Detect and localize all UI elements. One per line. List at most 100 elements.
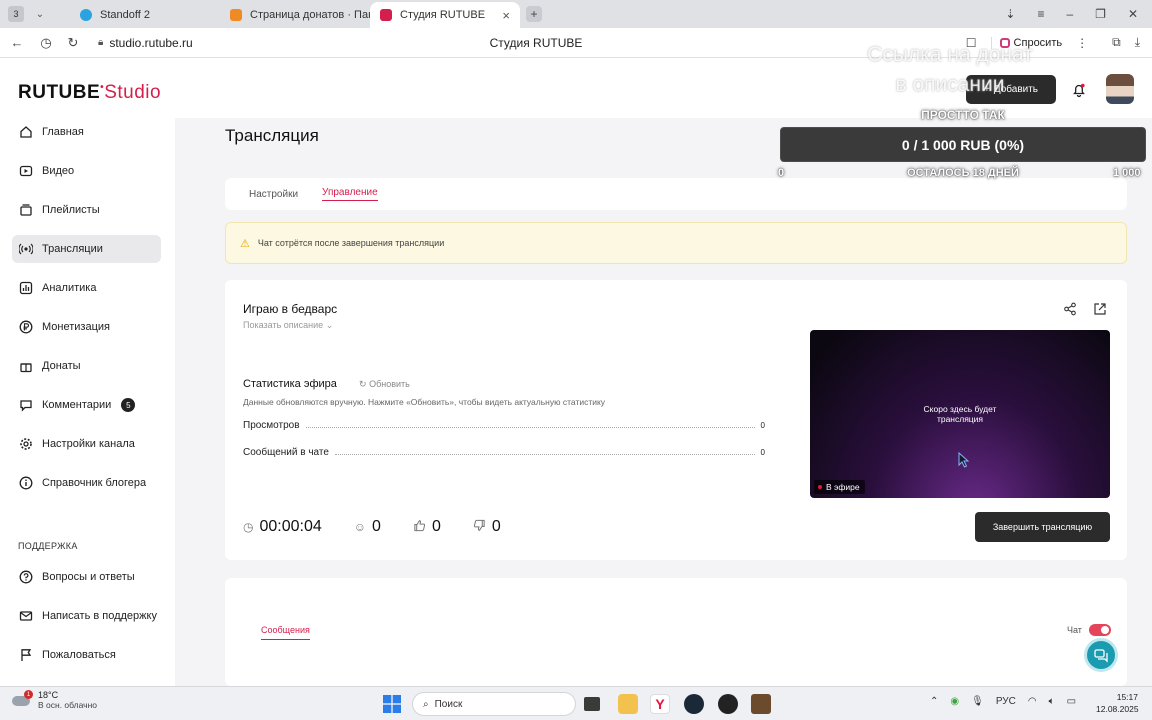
rutube-studio-logo[interactable]: RUTUBE•Studio xyxy=(18,82,161,104)
logo-brand: RUTUBE xyxy=(18,82,101,103)
sidebar-item-label: Справочник блогера xyxy=(42,477,147,489)
stat-label: Просмотров xyxy=(243,420,300,431)
stat-leader xyxy=(305,427,755,428)
sidebar-item-comments[interactable]: Комментарии 5 xyxy=(12,391,161,419)
live-counters: ◷ 00:00:04 ☺ 0 0 0 xyxy=(243,518,501,536)
overlay-goal-progress: 0 / 1 000 RUB (0%) xyxy=(780,127,1146,162)
sidebar-item-label: Донаты xyxy=(42,360,81,372)
browser-tab-rutube-studio[interactable]: Студия RUTUBE × xyxy=(370,2,520,28)
download-icon[interactable]: ⤓ xyxy=(1135,35,1140,50)
steam-icon[interactable] xyxy=(684,694,704,714)
live-status-badge: В эфире xyxy=(814,480,865,494)
wifi-icon[interactable]: ◠ xyxy=(1028,696,1037,707)
minecraft-icon[interactable] xyxy=(751,694,771,714)
logo-product: Studio xyxy=(104,82,162,103)
weather-condition: В осн. облачно xyxy=(38,700,97,710)
refresh-stats-button[interactable]: ↻ Обновить xyxy=(359,379,410,390)
dislikes-counter: 0 xyxy=(473,518,501,536)
gear-icon xyxy=(18,436,34,452)
extensions-icon[interactable]: ⧉ xyxy=(1112,35,1121,50)
open-external-icon[interactable] xyxy=(1093,302,1107,319)
browser-tab-bar: 3 ⌄ Standoff 2 Страница донатов · Панель… xyxy=(0,0,1152,28)
menu-icon[interactable]: ≡ xyxy=(1037,7,1044,21)
sidebar-item-write-support[interactable]: Написать в поддержку xyxy=(12,602,161,630)
sidebar-item-video[interactable]: Видео xyxy=(12,157,161,185)
rutube-favicon-icon xyxy=(380,9,392,21)
end-stream-button[interactable]: Завершить трансляцию xyxy=(975,512,1110,542)
share-icon[interactable] xyxy=(1063,302,1077,319)
sidebar-item-channel-settings[interactable]: Настройки канала xyxy=(12,430,161,458)
tab-settings[interactable]: Настройки xyxy=(249,189,298,200)
sidebar-item-analytics[interactable]: Аналитика xyxy=(12,274,161,302)
restore-icon[interactable]: ❐ xyxy=(1095,7,1106,21)
page-heading: Трансляция xyxy=(225,126,319,145)
taskbar-search[interactable]: ⌕ Поиск xyxy=(412,692,576,716)
sidebar-item-playlists[interactable]: Плейлисты xyxy=(12,196,161,224)
main-menu: Главная Видео Плейлисты Трансляции Анали… xyxy=(12,118,161,508)
stat-label: Сообщений в чате xyxy=(243,447,329,458)
mail-icon xyxy=(18,608,34,624)
windows-start-icon[interactable] xyxy=(383,695,401,716)
show-description-link[interactable]: Показать описание ⌄ xyxy=(243,320,333,331)
sidebar-item-label: Монетизация xyxy=(42,321,110,333)
window-controls: ⇣ ≡ – ❐ ✕ xyxy=(1005,7,1152,21)
sidebar-item-home[interactable]: Главная xyxy=(12,118,161,146)
volume-icon[interactable]: 🔈︎ xyxy=(1049,696,1055,707)
stream-preview[interactable]: Скоро здесь будет трансляция В эфире xyxy=(810,330,1110,498)
stat-leader xyxy=(334,454,755,455)
tab-management[interactable]: Управление xyxy=(322,187,378,201)
sidebar-item-monetization[interactable]: Монетизация xyxy=(12,313,161,341)
browser-tab-donations[interactable]: Страница донатов · Панель xyxy=(220,2,370,28)
sidebar-item-donations[interactable]: Донаты xyxy=(12,352,161,380)
tray-app-icon[interactable]: ◉ xyxy=(950,696,959,707)
notifications-bell-icon[interactable] xyxy=(1071,82,1087,101)
tray-expand-icon[interactable]: ⌃ xyxy=(930,696,938,707)
ruble-icon xyxy=(18,319,34,335)
microphone-icon[interactable]: 🎙︎ xyxy=(971,696,984,707)
minimize-icon[interactable]: – xyxy=(1066,7,1073,21)
tabs-dropdown-icon[interactable]: ⌄ xyxy=(30,9,50,20)
user-avatar[interactable] xyxy=(1106,74,1134,104)
stat-row-messages: Сообщений в чате 0 xyxy=(243,447,765,458)
more-icon[interactable]: ⋮ xyxy=(1076,36,1088,50)
live-dot-icon xyxy=(818,485,822,489)
battery-icon[interactable]: ▭ xyxy=(1067,696,1076,707)
sidebar-item-broadcasts[interactable]: Трансляции xyxy=(12,235,161,263)
close-tab-icon[interactable]: × xyxy=(502,8,510,23)
comments-count-badge: 5 xyxy=(121,398,136,412)
weather-badge: 1 xyxy=(24,690,33,699)
likes-value: 0 xyxy=(431,518,441,535)
system-clock[interactable]: 15:17 12.08.2025 xyxy=(1096,691,1139,715)
donate-icon xyxy=(18,358,34,374)
preview-text-line: Скоро здесь будет xyxy=(923,404,997,414)
chat-bubble-icon xyxy=(1094,649,1108,663)
tab-counter[interactable]: 3 xyxy=(8,6,24,22)
sidebar-item-faq[interactable]: Вопросы и ответы xyxy=(12,563,161,591)
comment-icon xyxy=(18,397,34,413)
support-chat-button[interactable] xyxy=(1084,638,1118,672)
stat-value: 0 xyxy=(760,421,765,430)
chat-card: Сообщения Чат xyxy=(225,578,1127,686)
chat-toggle[interactable] xyxy=(1089,624,1111,636)
stat-row-views: Просмотров 0 xyxy=(243,420,765,431)
terminal-app-icon[interactable] xyxy=(584,697,600,711)
sidebar-item-blogger-guide[interactable]: Справочник блогера xyxy=(12,469,161,497)
chat-toggle-label: Чат xyxy=(1067,625,1082,635)
weather-widget[interactable]: 1 18°C В осн. облачно xyxy=(12,690,97,710)
sidebar-item-label: Вопросы и ответы xyxy=(42,571,135,583)
viewers-value: 0 xyxy=(372,518,381,535)
browser-tab-standoff[interactable]: Standoff 2 xyxy=(70,2,220,28)
yandex-browser-icon[interactable]: Y xyxy=(650,694,670,714)
language-indicator[interactable]: РУС xyxy=(996,696,1016,707)
downloads-icon[interactable]: ⇣ xyxy=(1005,7,1015,21)
tab-messages[interactable]: Сообщения xyxy=(261,625,310,640)
close-window-icon[interactable]: ✕ xyxy=(1128,7,1138,21)
sidebar-item-report[interactable]: Пожаловаться xyxy=(12,641,161,669)
donation-favicon-icon xyxy=(230,9,242,21)
duration-counter: ◷ 00:00:04 xyxy=(243,518,322,536)
new-tab-button[interactable]: + xyxy=(526,6,542,22)
clock-date: 12.08.2025 xyxy=(1096,704,1139,714)
file-explorer-icon[interactable] xyxy=(618,694,638,714)
playlist-icon xyxy=(18,202,34,218)
obs-icon[interactable] xyxy=(718,694,738,714)
